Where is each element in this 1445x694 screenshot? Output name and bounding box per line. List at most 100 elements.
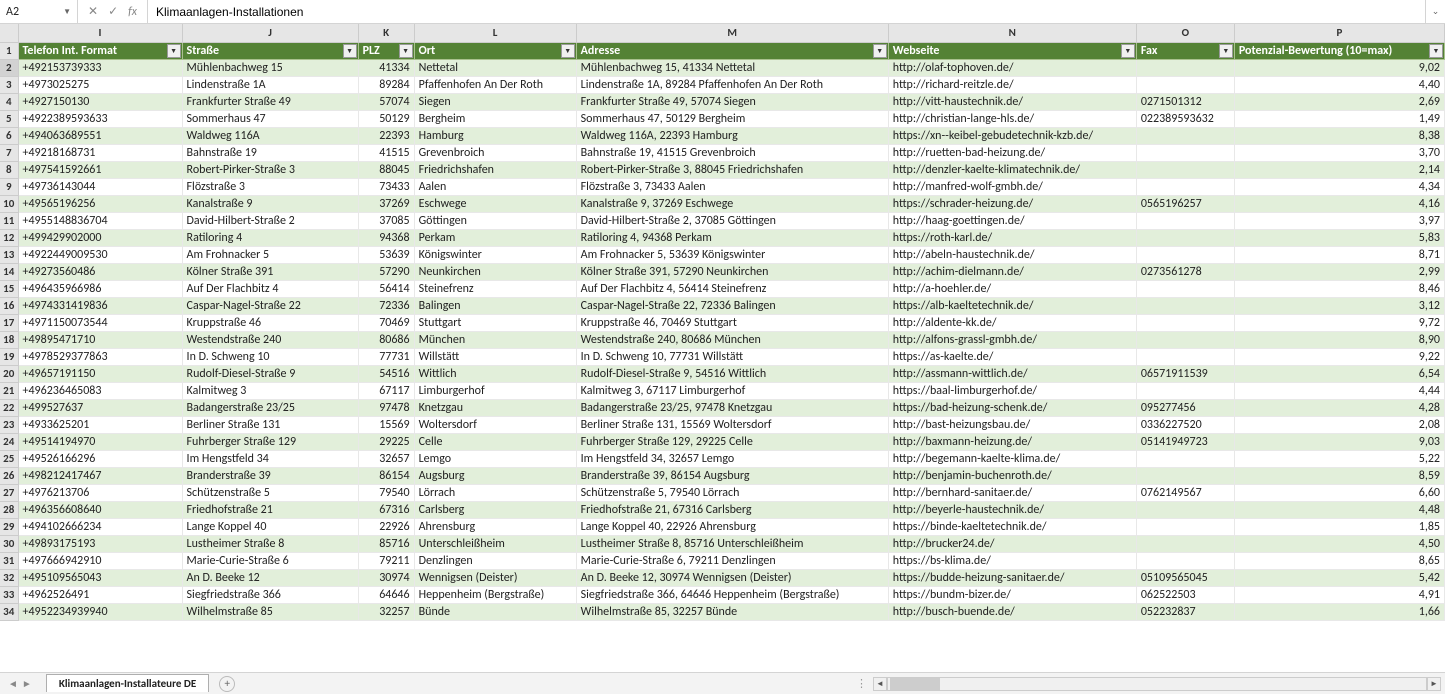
cell[interactable]: 57290 [358, 263, 414, 280]
cell[interactable]: http://alfons-grassl-gmbh.de/ [888, 331, 1136, 348]
filter-dropdown-icon[interactable]: ▼ [1429, 44, 1443, 58]
cell[interactable]: 89284 [358, 76, 414, 93]
cell[interactable]: Kanalstraße 9, 37269 Eschwege [576, 195, 888, 212]
row-header[interactable]: 2 [0, 59, 18, 76]
column-header[interactable]: L [414, 24, 576, 42]
cell[interactable]: Friedrichshafen [414, 161, 576, 178]
row-header[interactable]: 12 [0, 229, 18, 246]
cell[interactable] [1136, 144, 1234, 161]
formula-bar-expand-icon[interactable]: ⌄ [1425, 0, 1445, 23]
cell[interactable]: Steinefrenz [414, 280, 576, 297]
cell[interactable] [1136, 331, 1234, 348]
column-header[interactable]: N [888, 24, 1136, 42]
cell[interactable]: Knetzgau [414, 399, 576, 416]
row-header[interactable]: 4 [0, 93, 18, 110]
cell[interactable]: 64646 [358, 586, 414, 603]
cell[interactable]: Grevenbroich [414, 144, 576, 161]
select-all-corner[interactable] [0, 24, 18, 42]
cell[interactable]: Rudolf-Diesel-Straße 9 [182, 365, 358, 382]
cell[interactable]: https://as-kaelte.de/ [888, 348, 1136, 365]
cell[interactable]: https://roth-karl.de/ [888, 229, 1136, 246]
cell[interactable]: Marie-Curie-Straße 6 [182, 552, 358, 569]
cancel-icon[interactable]: ✕ [88, 4, 98, 19]
cell[interactable] [1136, 314, 1234, 331]
row-header[interactable]: 3 [0, 76, 18, 93]
cell[interactable]: http://busch-buende.de/ [888, 603, 1136, 620]
table-header-cell[interactable]: Straße▼ [182, 42, 358, 59]
cell[interactable] [1136, 161, 1234, 178]
cell[interactable]: 15569 [358, 416, 414, 433]
cell[interactable] [1136, 535, 1234, 552]
accept-icon[interactable]: ✓ [108, 4, 118, 19]
cell[interactable]: Kölner Straße 391, 57290 Neunkirchen [576, 263, 888, 280]
cell[interactable]: Kalmitweg 3, 67117 Limburgerhof [576, 382, 888, 399]
cell[interactable]: Friedhofstraße 21, 67316 Carlsberg [576, 501, 888, 518]
cell[interactable]: 0273561278 [1136, 263, 1234, 280]
cell[interactable]: Flözstraße 3, 73433 Aalen [576, 178, 888, 195]
cell[interactable]: Badangerstraße 23/25 [182, 399, 358, 416]
cell[interactable]: 5,83 [1234, 229, 1444, 246]
cell[interactable]: +4974331419836 [18, 297, 182, 314]
cell[interactable]: http://assmann-wittlich.de/ [888, 365, 1136, 382]
cell[interactable]: Wennigsen (Deister) [414, 569, 576, 586]
cell[interactable]: 1,85 [1234, 518, 1444, 535]
row-header[interactable]: 9 [0, 178, 18, 195]
cell[interactable] [1136, 178, 1234, 195]
cell[interactable]: Neunkirchen [414, 263, 576, 280]
cell[interactable]: 67316 [358, 501, 414, 518]
cell[interactable]: http://richard-reitzle.de/ [888, 76, 1136, 93]
cell[interactable]: Lange Koppel 40, 22926 Ahrensburg [576, 518, 888, 535]
cell[interactable]: Königswinter [414, 246, 576, 263]
cell[interactable]: Augsburg [414, 467, 576, 484]
cell[interactable]: Wittlich [414, 365, 576, 382]
cell[interactable]: http://achim-dielmann.de/ [888, 263, 1136, 280]
cell[interactable]: +495109565043 [18, 569, 182, 586]
cell[interactable]: +49526166296 [18, 450, 182, 467]
cell[interactable]: +49893175193 [18, 535, 182, 552]
cell[interactable]: Berliner Straße 131, 15569 Woltersdorf [576, 416, 888, 433]
row-header[interactable]: 1 [0, 42, 18, 59]
cell[interactable]: 1,66 [1234, 603, 1444, 620]
cell[interactable]: +492153739333 [18, 59, 182, 76]
cell[interactable]: +4971150073544 [18, 314, 182, 331]
cell[interactable]: 8,38 [1234, 127, 1444, 144]
cell[interactable]: +4952234939940 [18, 603, 182, 620]
cell[interactable]: http://ruetten-bad-heizung.de/ [888, 144, 1136, 161]
cell[interactable]: http://bast-heizungsbau.de/ [888, 416, 1136, 433]
row-header[interactable]: 28 [0, 501, 18, 518]
cell[interactable] [1136, 246, 1234, 263]
row-header[interactable]: 32 [0, 569, 18, 586]
name-box[interactable]: A2 ▼ [0, 0, 78, 23]
cell[interactable]: +4962526491 [18, 586, 182, 603]
table-header-cell[interactable]: Ort▼ [414, 42, 576, 59]
cell[interactable]: Unterschleißheim [414, 535, 576, 552]
cell[interactable]: 8,65 [1234, 552, 1444, 569]
cell[interactable]: +49657191150 [18, 365, 182, 382]
row-header[interactable]: 23 [0, 416, 18, 433]
row-header[interactable]: 19 [0, 348, 18, 365]
cell[interactable] [1136, 450, 1234, 467]
cell[interactable]: 77731 [358, 348, 414, 365]
sheet-tab-active[interactable]: Klimaanlagen-Installateure DE [46, 674, 209, 692]
cell[interactable]: Pfaffenhofen An Der Roth [414, 76, 576, 93]
cell[interactable]: 37085 [358, 212, 414, 229]
cell[interactable]: 53639 [358, 246, 414, 263]
row-header[interactable]: 21 [0, 382, 18, 399]
cell[interactable]: Eschwege [414, 195, 576, 212]
cell[interactable] [1136, 127, 1234, 144]
fx-icon[interactable]: fx [128, 5, 137, 19]
cell[interactable]: Kanalstraße 9 [182, 195, 358, 212]
cell[interactable]: +494063689551 [18, 127, 182, 144]
cell[interactable]: 86154 [358, 467, 414, 484]
row-header[interactable]: 6 [0, 127, 18, 144]
row-header[interactable]: 10 [0, 195, 18, 212]
cell[interactable] [1136, 348, 1234, 365]
cell[interactable]: 6,60 [1234, 484, 1444, 501]
cell[interactable]: 37269 [358, 195, 414, 212]
column-header[interactable]: P [1234, 24, 1444, 42]
filter-dropdown-icon[interactable]: ▼ [873, 44, 887, 58]
cell[interactable]: 80686 [358, 331, 414, 348]
row-header[interactable]: 13 [0, 246, 18, 263]
cell[interactable]: Bünde [414, 603, 576, 620]
row-header[interactable]: 31 [0, 552, 18, 569]
